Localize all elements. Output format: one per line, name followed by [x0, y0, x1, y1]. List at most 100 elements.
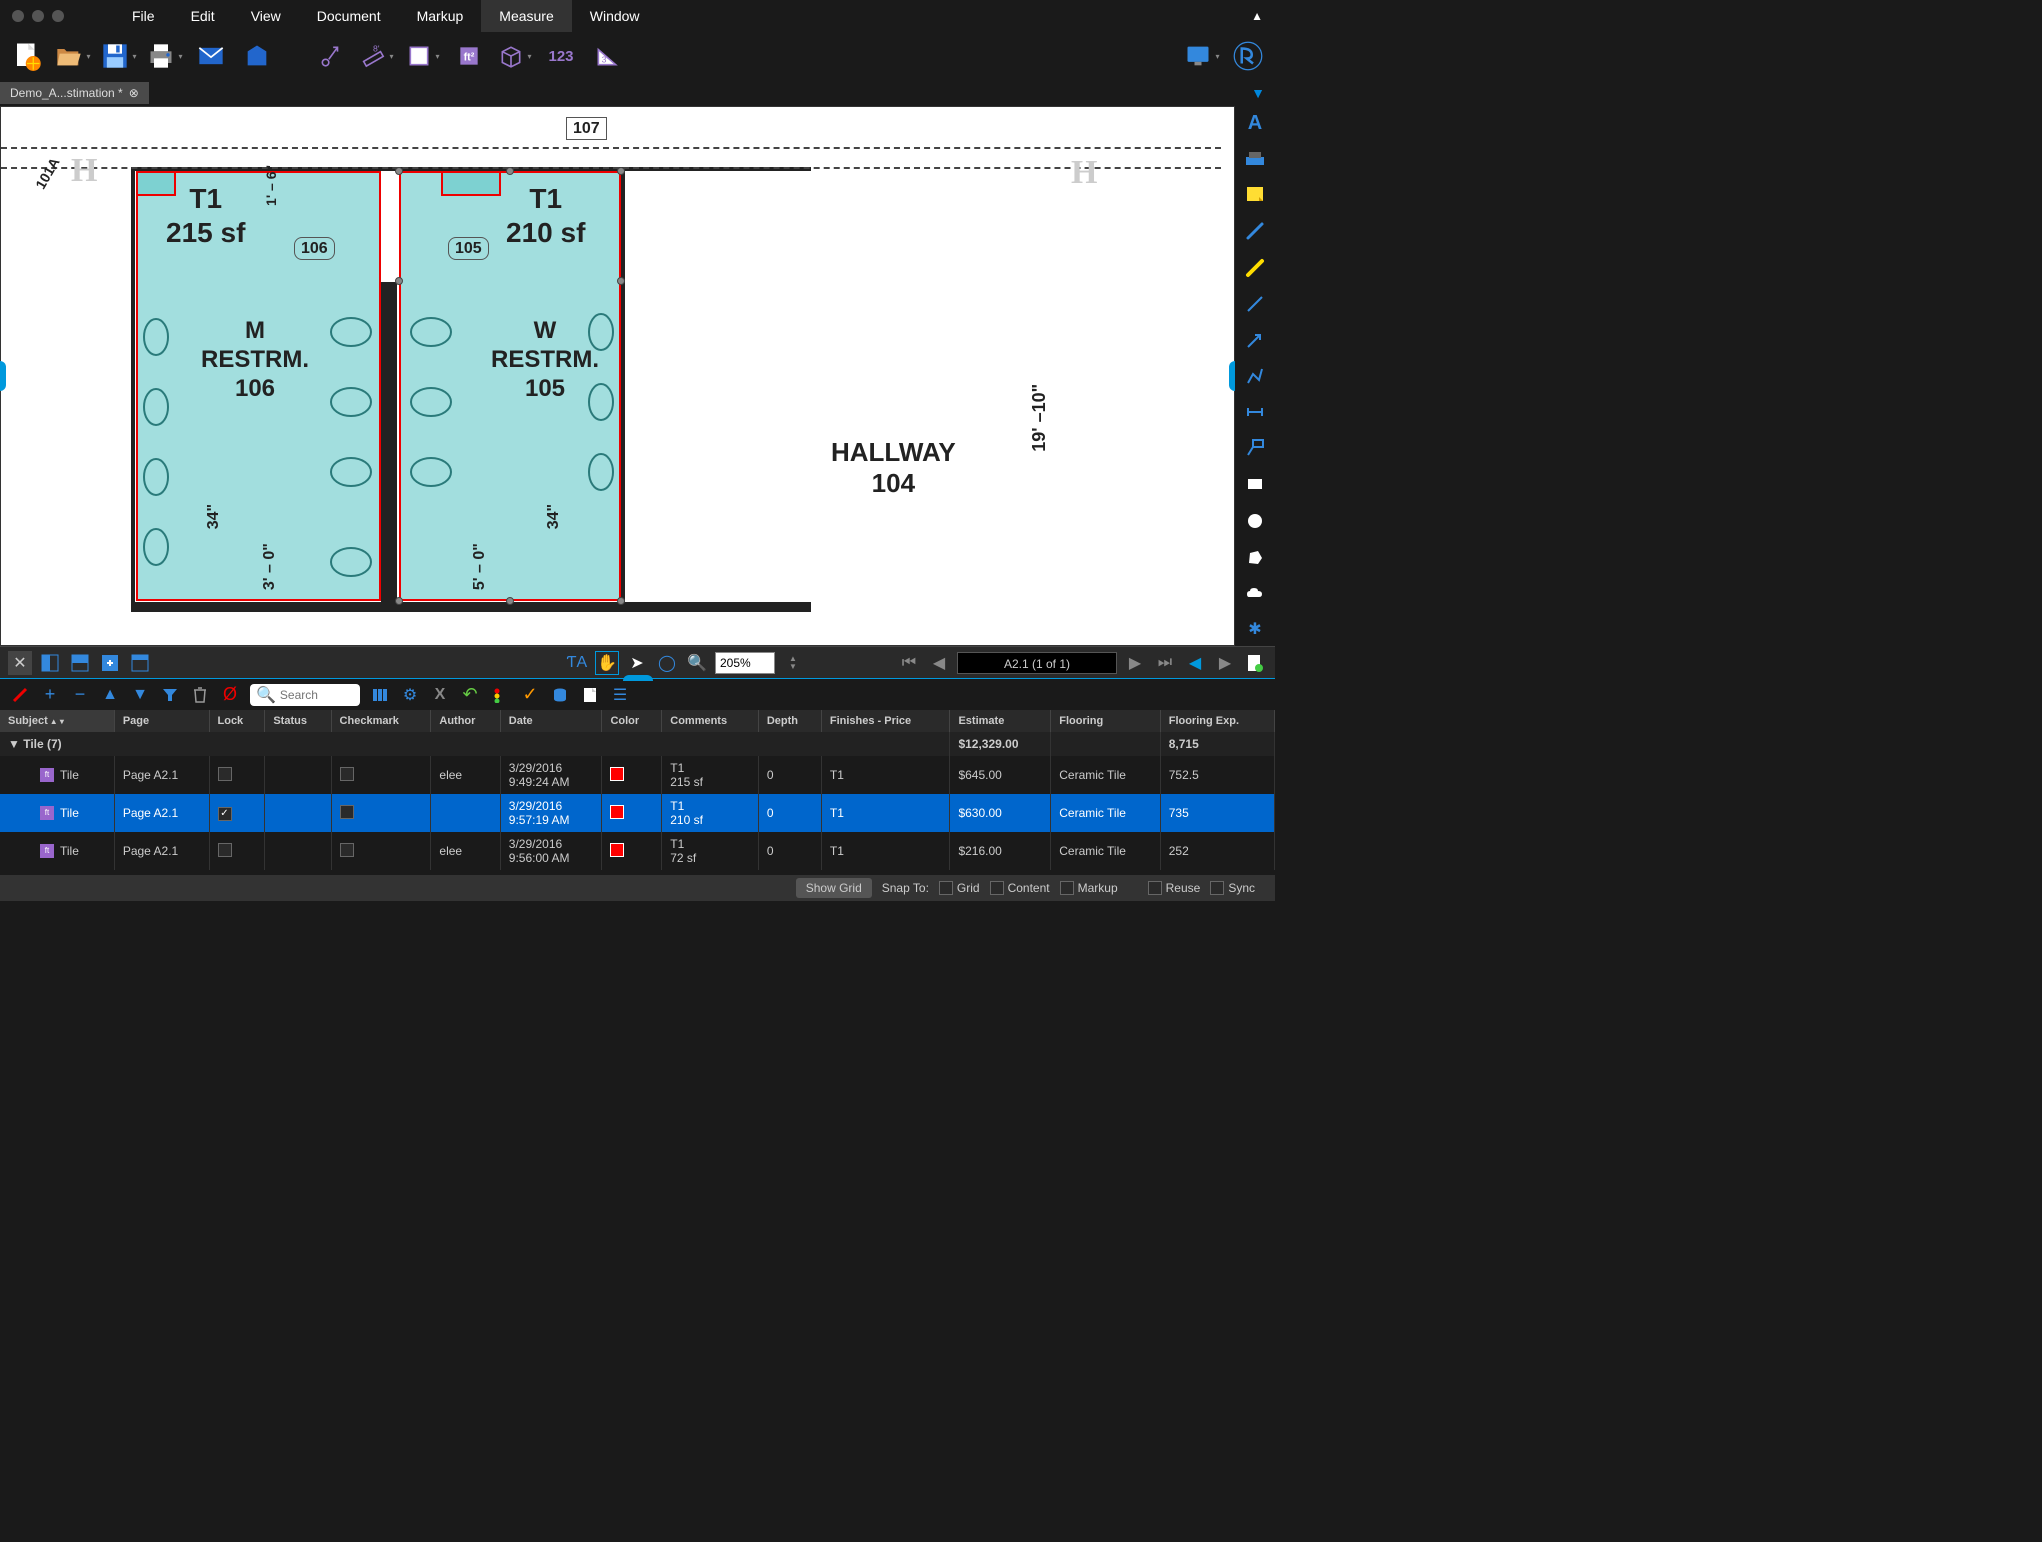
- print-button[interactable]: [146, 37, 184, 75]
- check-icon[interactable]: ✓: [520, 685, 540, 705]
- document-tab[interactable]: Demo_A...stimation * ⊗: [0, 82, 149, 104]
- snap-check-reuse[interactable]: Reuse: [1148, 881, 1201, 895]
- reply-icon[interactable]: ↶: [460, 685, 480, 705]
- export-icon[interactable]: [580, 685, 600, 705]
- snap-check-sync[interactable]: Sync: [1210, 881, 1255, 895]
- checkmark-checkbox[interactable]: [340, 767, 354, 781]
- cut-icon[interactable]: X: [430, 685, 450, 705]
- table-group-row[interactable]: ▼ Tile (7)$12,329.008,715: [0, 732, 1275, 756]
- menu-view[interactable]: View: [233, 0, 299, 32]
- note-tool-icon[interactable]: [1241, 182, 1269, 208]
- column-header[interactable]: Checkmark: [331, 710, 431, 732]
- color-swatch[interactable]: [610, 843, 624, 857]
- volume-measure-button[interactable]: [496, 37, 534, 75]
- search-input[interactable]: [280, 688, 360, 702]
- table-row[interactable]: ftTile Page A2.1 elee 3/29/2016 9:56:00 …: [0, 832, 1275, 870]
- callout-tool-icon[interactable]: [1241, 435, 1269, 461]
- left-panel-handle[interactable]: [0, 361, 6, 391]
- color-swatch[interactable]: [610, 767, 624, 781]
- column-header[interactable]: Flooring: [1051, 710, 1160, 732]
- column-header[interactable]: Author: [431, 710, 500, 732]
- minimize-window[interactable]: [32, 10, 44, 22]
- tab-dropdown-icon[interactable]: ▼: [1251, 85, 1265, 101]
- columns-icon[interactable]: [370, 685, 390, 705]
- column-header[interactable]: Status: [265, 710, 331, 732]
- typewriter-icon[interactable]: [1241, 146, 1269, 172]
- split-view-3-icon[interactable]: [98, 651, 122, 675]
- column-header[interactable]: Finishes - Price: [821, 710, 950, 732]
- split-view-1-icon[interactable]: [38, 651, 62, 675]
- pan-tool-icon[interactable]: ✋: [595, 651, 619, 675]
- snap-check-content[interactable]: Content: [990, 881, 1050, 895]
- add-markup-icon[interactable]: +: [40, 685, 60, 705]
- arrow-tool-icon[interactable]: [1241, 327, 1269, 353]
- first-page-icon[interactable]: ⏮: [897, 651, 921, 675]
- table-row[interactable]: ftTile Page A2.1 3/29/2016 9:57:19 AM T1…: [0, 794, 1275, 832]
- empty-set-icon[interactable]: Ø: [220, 685, 240, 705]
- column-header[interactable]: Subject▲ ▾: [0, 710, 114, 732]
- length-measure-button[interactable]: 8': [358, 37, 396, 75]
- calibrate-button[interactable]: [312, 37, 350, 75]
- zoom-tool-icon[interactable]: 🔍: [685, 651, 709, 675]
- column-header[interactable]: Lock: [209, 710, 265, 732]
- prev-view-icon[interactable]: ◀: [1183, 651, 1207, 675]
- pen-tool-icon[interactable]: [1241, 218, 1269, 244]
- show-grid-button[interactable]: Show Grid: [796, 878, 872, 898]
- column-header[interactable]: Estimate: [950, 710, 1051, 732]
- lasso-tool-icon[interactable]: ◯: [655, 651, 679, 675]
- database-icon[interactable]: [550, 685, 570, 705]
- column-header[interactable]: Depth: [758, 710, 821, 732]
- lock-checkbox[interactable]: [218, 843, 232, 857]
- dynamic-fill-button[interactable]: ft²: [450, 37, 488, 75]
- next-view-icon[interactable]: ▶: [1213, 651, 1237, 675]
- split-view-2-icon[interactable]: [68, 651, 92, 675]
- line-tool-icon[interactable]: [1241, 291, 1269, 317]
- markup-edit-icon[interactable]: [10, 685, 30, 705]
- open-file-button[interactable]: [54, 37, 92, 75]
- new-file-button[interactable]: [8, 37, 46, 75]
- titlebar-expand-icon[interactable]: ▲: [1251, 9, 1263, 23]
- next-page-icon[interactable]: ▶: [1123, 651, 1147, 675]
- column-header[interactable]: Date: [500, 710, 602, 732]
- last-page-icon[interactable]: ⏭: [1153, 651, 1177, 675]
- delete-icon[interactable]: [190, 685, 210, 705]
- document-canvas[interactable]: T1 215 sf M RESTRM. 106 T1 210 sf W REST…: [0, 106, 1235, 646]
- polyline-tool-icon[interactable]: [1241, 363, 1269, 389]
- column-header[interactable]: Color: [602, 710, 662, 732]
- bottom-panel-handle[interactable]: [623, 675, 653, 681]
- page-indicator[interactable]: A2.1 (1 of 1): [957, 652, 1117, 674]
- tab-close-icon[interactable]: ⊗: [129, 86, 139, 100]
- rectangle-tool-icon[interactable]: [1241, 471, 1269, 497]
- snap-check-markup[interactable]: Markup: [1060, 881, 1118, 895]
- color-swatch[interactable]: [610, 805, 624, 819]
- expand-icon[interactable]: ▲: [100, 685, 120, 705]
- menu-document[interactable]: Document: [299, 0, 399, 32]
- revu-logo-button[interactable]: [1229, 37, 1267, 75]
- list-icon[interactable]: ☰: [610, 685, 630, 705]
- menu-markup[interactable]: Markup: [399, 0, 482, 32]
- display-button[interactable]: [1183, 37, 1221, 75]
- column-header[interactable]: Comments: [662, 710, 759, 732]
- angle-measure-button[interactable]: 3': [588, 37, 626, 75]
- checkmark-checkbox[interactable]: [340, 843, 354, 857]
- prev-page-icon[interactable]: ◀: [927, 651, 951, 675]
- zoom-input[interactable]: [715, 652, 775, 674]
- select-tool-icon[interactable]: ➤: [625, 651, 649, 675]
- menu-file[interactable]: File: [114, 0, 173, 32]
- zoom-stepper[interactable]: ▲▼: [781, 651, 805, 675]
- status-flag-icon[interactable]: [490, 685, 510, 705]
- lock-checkbox[interactable]: [218, 807, 232, 821]
- area-measure-button[interactable]: [404, 37, 442, 75]
- ellipse-tool-icon[interactable]: [1241, 508, 1269, 534]
- right-panel-handle[interactable]: [1229, 361, 1235, 391]
- close-window[interactable]: [12, 10, 24, 22]
- new-page-icon[interactable]: [1243, 651, 1267, 675]
- settings-icon[interactable]: ⚙: [400, 685, 420, 705]
- cloud-tool-icon[interactable]: [1241, 580, 1269, 606]
- column-header[interactable]: Flooring Exp.: [1160, 710, 1274, 732]
- studio-button[interactable]: [238, 37, 276, 75]
- search-box[interactable]: 🔍: [250, 684, 360, 706]
- menu-edit[interactable]: Edit: [173, 0, 233, 32]
- collapse-icon[interactable]: ▼: [130, 685, 150, 705]
- polygon-tool-icon[interactable]: [1241, 544, 1269, 570]
